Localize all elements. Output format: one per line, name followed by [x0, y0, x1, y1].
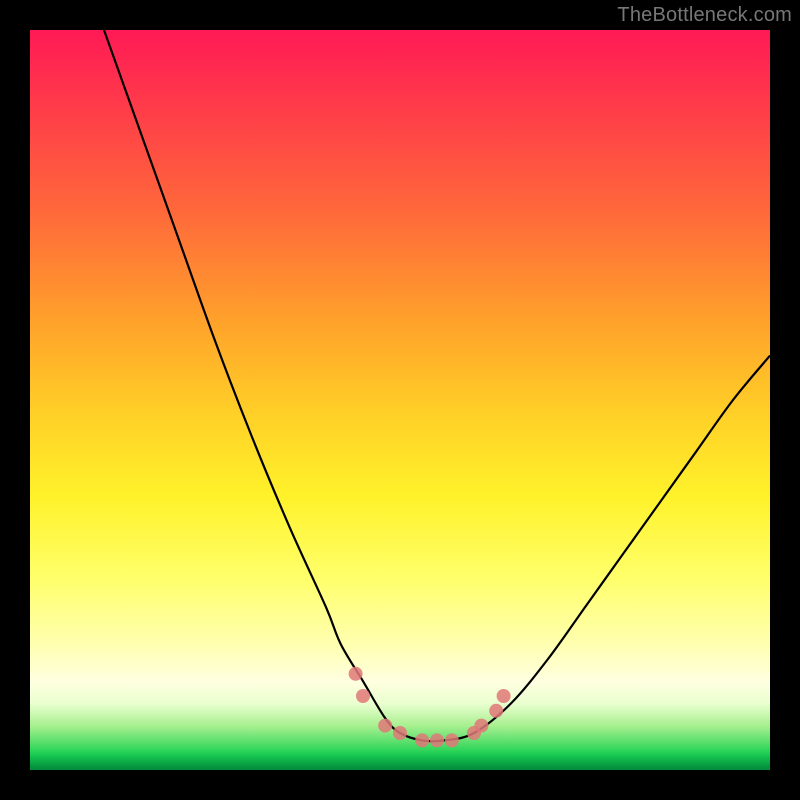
curve-marker — [474, 719, 488, 733]
curve-marker — [349, 667, 363, 681]
curve-marker — [430, 733, 444, 747]
curve-marker — [489, 704, 503, 718]
curve-marker — [356, 689, 370, 703]
watermark-label: TheBottleneck.com — [617, 4, 792, 27]
plot-area — [30, 30, 770, 770]
chart-frame: TheBottleneck.com — [0, 0, 800, 800]
curve-marker — [497, 689, 511, 703]
curve-layer — [30, 30, 770, 770]
curve-marker — [415, 733, 429, 747]
curve-marker — [445, 733, 459, 747]
curve-marker — [378, 719, 392, 733]
curve-marker — [393, 726, 407, 740]
bottleneck-curve — [104, 30, 770, 741]
curve-markers-group — [349, 667, 511, 748]
